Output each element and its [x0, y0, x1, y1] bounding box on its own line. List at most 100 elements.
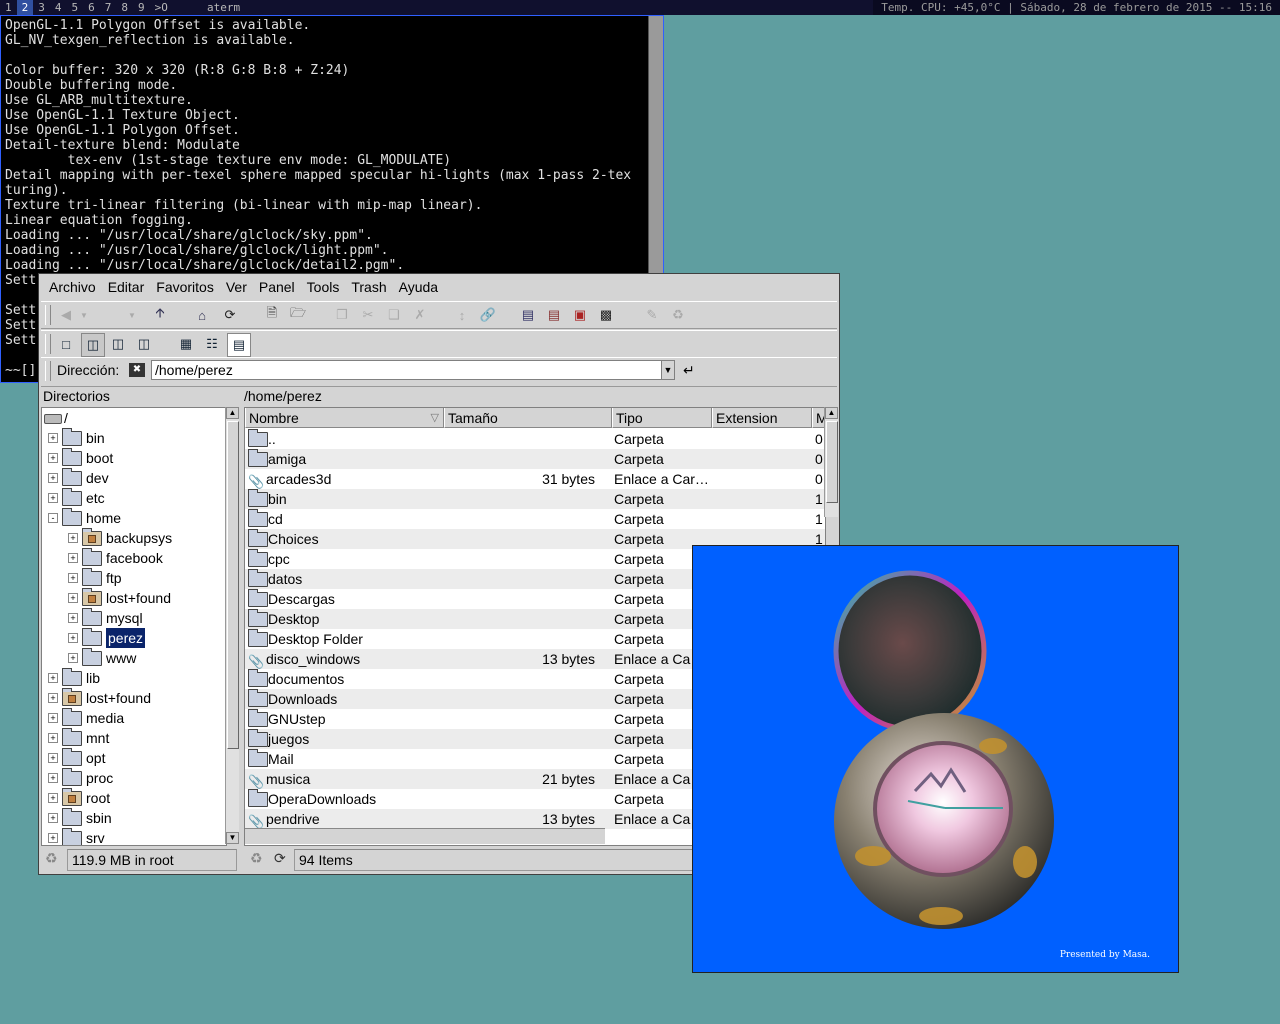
column-header-type[interactable]: Tipo	[612, 408, 712, 428]
address-input[interactable]	[151, 360, 663, 380]
single-panel-icon[interactable]: □	[55, 333, 77, 355]
expand-icon[interactable]: +	[48, 433, 58, 443]
file-row[interactable]: bin Carpeta 1	[245, 489, 825, 509]
toolbar-grip[interactable]	[45, 305, 51, 325]
tree-node[interactable]: + facebook	[42, 548, 226, 568]
trash-icon[interactable]: ♻	[667, 304, 689, 326]
menu-archivo[interactable]: Archivo	[41, 276, 102, 298]
active-window-title[interactable]: aterm	[207, 0, 240, 15]
expand-icon[interactable]: +	[48, 673, 58, 683]
tree-panel-icon[interactable]: ◫	[81, 333, 105, 357]
menu-favoritos[interactable]: Favoritos	[150, 276, 220, 298]
desktop-8[interactable]: 8	[116, 0, 133, 15]
tree-node[interactable]: + perez	[42, 628, 226, 648]
column-header-extension[interactable]: Extension	[712, 408, 812, 428]
file-list-scrollbar[interactable]: ▲	[824, 407, 838, 517]
tree-node[interactable]: + backupsys	[42, 528, 226, 548]
expand-icon[interactable]: +	[68, 633, 78, 643]
move-icon[interactable]: ↕	[451, 304, 473, 326]
desktop-3[interactable]: 3	[33, 0, 50, 15]
scroll-up-arrow-icon[interactable]: ▲	[825, 407, 838, 419]
reload-icon[interactable]: ⟳	[219, 304, 241, 326]
two-panels-icon[interactable]: ◫	[107, 333, 129, 355]
expand-icon[interactable]: +	[48, 813, 58, 823]
terminal-icon[interactable]: ▩	[595, 304, 617, 326]
back-arrow-icon[interactable]: ◀	[55, 304, 77, 326]
file-hscroll-thumb[interactable]	[245, 828, 605, 844]
tree-node[interactable]: + ftp	[42, 568, 226, 588]
tree-scroll-thumb[interactable]	[227, 421, 239, 749]
collapse-icon[interactable]: -	[48, 513, 58, 523]
paste-icon[interactable]: ❑	[383, 304, 405, 326]
scroll-down-arrow-icon[interactable]: ▼	[226, 832, 239, 844]
desktop-9[interactable]: 9	[133, 0, 150, 15]
desktop-7[interactable]: 7	[100, 0, 117, 15]
menu-trash[interactable]: Trash	[345, 276, 392, 298]
tree-node[interactable]: + media	[42, 708, 226, 728]
tree-node[interactable]: + sbin	[42, 808, 226, 828]
expand-icon[interactable]: +	[48, 473, 58, 483]
link-icon[interactable]: 🔗	[477, 304, 499, 326]
expand-icon[interactable]: +	[48, 713, 58, 723]
tree-node[interactable]: + mnt	[42, 728, 226, 748]
menu-ayuda[interactable]: Ayuda	[393, 276, 444, 298]
tree-node[interactable]: + srv	[42, 828, 226, 845]
expand-icon[interactable]: +	[68, 573, 78, 583]
tree-node[interactable]: + www	[42, 648, 226, 668]
expand-icon[interactable]: +	[48, 453, 58, 463]
desktop-6[interactable]: 6	[83, 0, 100, 15]
new-folder-icon[interactable]: 🗁	[287, 304, 309, 326]
tree-node[interactable]: + lib	[42, 668, 226, 688]
back-history-chevron-icon[interactable]: ▼	[77, 304, 91, 326]
tree-two-panels-icon[interactable]: ◫	[133, 333, 155, 355]
desktop-2[interactable]: 2	[16, 0, 34, 15]
clear-address-icon[interactable]: ✖	[129, 363, 145, 377]
tree-node[interactable]: + proc	[42, 768, 226, 788]
go-enter-icon[interactable]: ↵	[683, 362, 695, 379]
tree-node[interactable]: + lost+found	[42, 688, 226, 708]
refresh-icon[interactable]: ⟳	[274, 850, 286, 867]
menu-tools[interactable]: Tools	[301, 276, 346, 298]
edit-icon[interactable]: ✎	[641, 304, 663, 326]
tree-scrollbar[interactable]: ▲ ▼	[225, 407, 239, 844]
menu-panel[interactable]: Panel	[253, 276, 301, 298]
cut-icon[interactable]: ✂	[357, 304, 379, 326]
tree-node[interactable]: + lost+found	[42, 588, 226, 608]
file-scroll-thumb[interactable]	[826, 421, 838, 503]
expand-icon[interactable]: +	[48, 733, 58, 743]
tree-node[interactable]: - home	[42, 508, 226, 528]
up-arrow-icon[interactable]: 🡩	[149, 304, 171, 326]
copy-icon[interactable]: ❐	[331, 304, 353, 326]
desktop-4[interactable]: 4	[50, 0, 67, 15]
small-icons-icon[interactable]: ☷	[201, 333, 223, 355]
mount-icon[interactable]: ▤	[543, 304, 565, 326]
details-view-icon[interactable]: ▤	[227, 333, 251, 357]
column-header-size[interactable]: Tamaño	[444, 408, 612, 428]
desktop-switcher-glyph[interactable]: >O	[150, 0, 173, 15]
tree-node[interactable]: + root	[42, 788, 226, 808]
home-icon[interactable]: ⌂	[191, 304, 213, 326]
properties-icon[interactable]: ▣	[569, 304, 591, 326]
tree-node[interactable]: + opt	[42, 748, 226, 768]
toolbar-grip[interactable]	[45, 361, 51, 381]
desktop-1[interactable]: 1	[0, 0, 17, 15]
network-drive-icon[interactable]: ▤	[517, 304, 539, 326]
expand-icon[interactable]: +	[68, 553, 78, 563]
file-row[interactable]: .. Carpeta 0	[245, 429, 825, 449]
expand-icon[interactable]: +	[48, 753, 58, 763]
glclock-window[interactable]: Presented by Masa.	[692, 545, 1179, 973]
address-dropdown-icon[interactable]: ▼	[661, 360, 675, 380]
expand-icon[interactable]: +	[48, 833, 58, 843]
toolbar-grip[interactable]	[45, 334, 51, 354]
delete-icon[interactable]: ✗	[409, 304, 431, 326]
column-header-name[interactable]: Nombre ▽	[245, 408, 444, 428]
tree-node[interactable]: + dev	[42, 468, 226, 488]
scroll-up-arrow-icon[interactable]: ▲	[226, 407, 239, 419]
desktop-5[interactable]: 5	[67, 0, 84, 15]
new-file-icon[interactable]: 🗎	[261, 304, 283, 326]
expand-icon[interactable]: +	[48, 773, 58, 783]
expand-icon[interactable]: +	[48, 693, 58, 703]
directory-tree[interactable]: / + bin + boot + dev + etc - home + backupsys + facebo…	[41, 407, 227, 846]
big-icons-icon[interactable]: ▦	[175, 333, 197, 355]
forward-history-chevron-icon[interactable]: ▼	[125, 304, 139, 326]
